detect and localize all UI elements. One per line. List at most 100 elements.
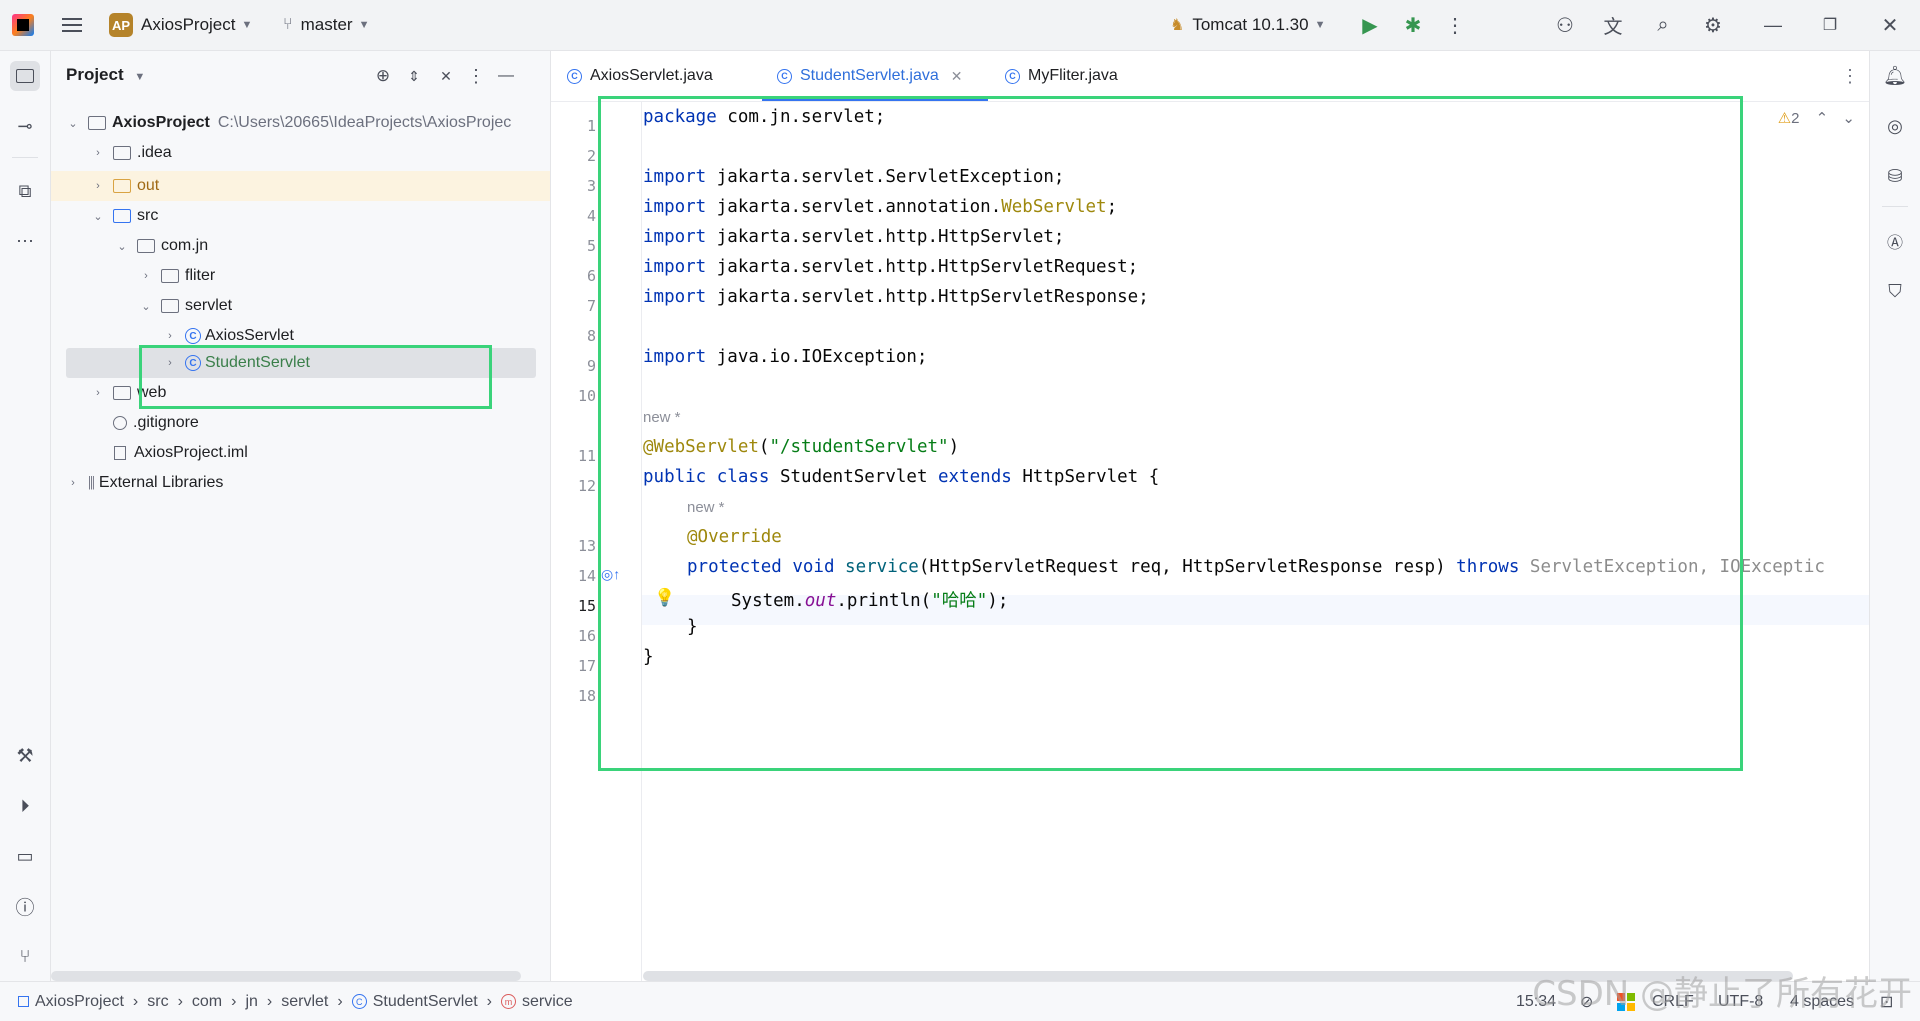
line-number: 7: [586, 297, 596, 315]
highlight-box-tree: [139, 345, 492, 409]
tabs-options-icon[interactable]: ⋮: [1841, 51, 1859, 101]
method-icon: m: [500, 994, 516, 1009]
tab-studentservlet[interactable]: C StudentServlet.java ✕: [777, 51, 962, 101]
breadcrumb-item[interactable]: jn: [245, 993, 257, 1011]
main-menu-icon[interactable]: [62, 0, 82, 50]
title-bar: AP AxiosProject ▼ ⑂ master ▼ ♞ Tomcat 10…: [0, 0, 1920, 51]
line-number: 8: [586, 327, 596, 345]
branch-selector[interactable]: ⑂ master ▼: [283, 0, 369, 50]
tree-item-com-jn[interactable]: ⌄ com.jn: [51, 231, 550, 261]
chevron-up-icon[interactable]: ⌃: [1816, 110, 1829, 127]
class-icon: C: [777, 68, 792, 84]
line-number: 9: [586, 357, 596, 375]
line-number: 6: [586, 267, 596, 285]
chevron-down-icon: ▼: [134, 71, 146, 83]
tree-label: External Libraries: [98, 474, 224, 491]
line-number: 14: [577, 567, 596, 585]
close-tab-icon[interactable]: ✕: [951, 68, 963, 85]
translate-icon[interactable]: 文: [1598, 10, 1628, 40]
tree-label: .gitignore: [133, 414, 199, 431]
breadcrumb-item[interactable]: com: [192, 993, 222, 1011]
class-icon: C: [567, 68, 582, 84]
chevron-right-icon: ›: [71, 477, 75, 489]
chevron-right-icon: ›: [96, 180, 100, 192]
tree-item-external-libraries[interactable]: › ⫼ External Libraries: [51, 468, 550, 498]
tree-label: AxiosProject.iml: [134, 444, 248, 461]
tree-label: src: [137, 207, 159, 224]
run-config-selector[interactable]: ♞ Tomcat 10.1.30 ▼: [1170, 0, 1325, 50]
tab-label: StudentServlet.java: [800, 67, 939, 84]
project-panel-title[interactable]: Project ▼: [66, 65, 145, 85]
line-number: 16: [577, 627, 596, 645]
add-user-icon[interactable]: ⚇: [1550, 10, 1580, 40]
tree-item-src[interactable]: ⌄ src: [51, 201, 550, 231]
line-number: 11: [577, 447, 596, 465]
collapse-all-icon[interactable]: ✕: [431, 61, 461, 91]
breadcrumb-item[interactable]: servlet: [281, 993, 328, 1011]
translation-panel-icon[interactable]: Ⓐ: [1880, 226, 1910, 256]
terminal-icon[interactable]: ▭: [10, 841, 40, 871]
breadcrumb-item[interactable]: StudentServlet: [373, 993, 478, 1011]
chevron-down-icon[interactable]: ⌄: [1842, 110, 1855, 127]
tree-item-out[interactable]: › out: [51, 171, 550, 201]
tab-axiosservlet[interactable]: C AxiosServlet.java: [567, 51, 713, 101]
tree-item-axiosproject[interactable]: ⌄ AxiosProject C:\Users\20665\IdeaProjec…: [51, 108, 550, 138]
more-tools-icon[interactable]: ⋯: [10, 226, 40, 256]
problems-icon[interactable]: ⓘ: [10, 891, 40, 921]
tree-label: AxiosServlet: [205, 327, 294, 344]
tree-label: .idea: [137, 144, 172, 161]
library-icon: ⫼: [88, 474, 95, 492]
run-icon[interactable]: ▶: [1355, 10, 1385, 40]
chevron-right-icon: ›: [96, 147, 100, 159]
class-icon: C: [1005, 68, 1020, 84]
close-icon[interactable]: ✕: [1875, 10, 1905, 40]
folder-icon: [113, 179, 131, 193]
line-number: 2: [586, 147, 596, 165]
tree-item-iml[interactable]: AxiosProject.iml: [51, 438, 550, 468]
tab-myfliter[interactable]: C MyFliter.java: [1005, 51, 1118, 101]
minimize-icon[interactable]: —: [1758, 10, 1788, 40]
structure-icon[interactable]: ⧉: [10, 176, 40, 206]
database-icon[interactable]: ⛁: [1880, 161, 1910, 191]
notifications-bell-icon[interactable]: 🔔︎: [1880, 61, 1910, 91]
project-selector[interactable]: AP AxiosProject ▼: [109, 0, 252, 50]
horizontal-scrollbar[interactable]: [51, 971, 521, 981]
breadcrumb-item[interactable]: src: [147, 993, 168, 1011]
project-name: AxiosProject: [141, 15, 236, 34]
tree-item-servlet[interactable]: ⌄ servlet: [51, 291, 550, 321]
project-folder-icon[interactable]: [10, 61, 40, 91]
git-icon[interactable]: ⑂: [10, 941, 40, 971]
app-logo-icon[interactable]: [12, 0, 34, 50]
chevron-down-icon: ⌄: [141, 300, 151, 313]
services-icon[interactable]: ⏵: [10, 791, 40, 821]
commit-icon[interactable]: ⊸: [10, 111, 40, 141]
breadcrumb-item[interactable]: AxiosProject: [35, 993, 124, 1011]
locate-file-icon[interactable]: ⊕: [368, 61, 398, 91]
editor-tabs: C AxiosServlet.java C StudentServlet.jav…: [551, 51, 1869, 102]
build-hammer-icon[interactable]: ⚒: [10, 741, 40, 771]
package-icon: [161, 269, 179, 283]
line-number: 5: [586, 237, 596, 255]
line-number: 3: [586, 177, 596, 195]
tree-item-fliter[interactable]: › fliter: [51, 261, 550, 291]
settings-gear-icon[interactable]: ⚙: [1698, 10, 1728, 40]
inspection-widget[interactable]: ⚠2 ⌃ ⌄: [1778, 109, 1855, 127]
chevron-right-icon: ›: [337, 992, 343, 1010]
tree-item-gitignore[interactable]: .gitignore: [51, 408, 550, 438]
restore-icon[interactable]: ❐: [1815, 10, 1845, 40]
tree-label: AxiosProject: [112, 114, 210, 131]
more-actions-icon[interactable]: ⋮: [1440, 10, 1470, 40]
security-shield-icon[interactable]: ⛉: [1880, 276, 1910, 306]
debug-icon[interactable]: ✱: [1398, 10, 1428, 40]
hide-panel-icon[interactable]: —: [491, 61, 521, 91]
git-branch-icon: ⑂: [283, 16, 293, 33]
panel-options-icon[interactable]: ⋮: [461, 61, 491, 91]
package-icon: [137, 239, 155, 253]
ai-assistant-icon[interactable]: ◎: [1880, 111, 1910, 141]
breadcrumb-item[interactable]: service: [522, 993, 573, 1011]
line-number: 4: [586, 207, 596, 225]
tree-item-idea[interactable]: › .idea: [51, 138, 550, 168]
search-icon[interactable]: ⌕: [1648, 10, 1678, 40]
breadcrumb: AxiosProject › src › com › jn › servlet …: [18, 982, 573, 1021]
expand-all-icon[interactable]: ⇕: [399, 61, 429, 91]
